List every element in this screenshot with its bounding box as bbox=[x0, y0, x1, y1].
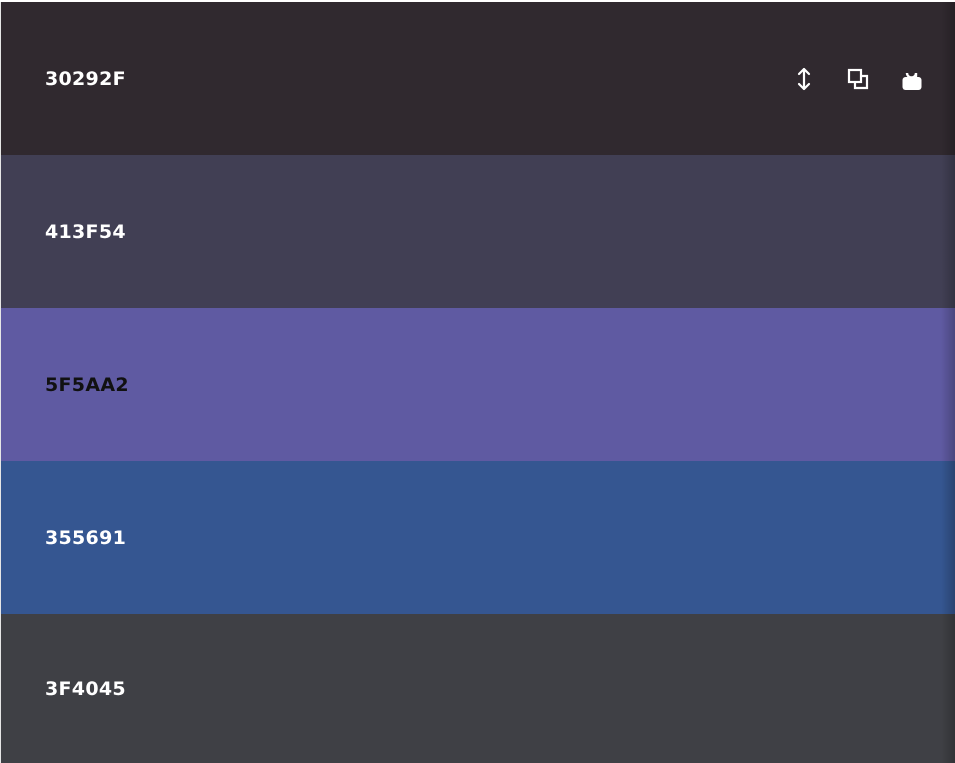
copy-icon[interactable] bbox=[845, 66, 871, 92]
drag-vertical-icon[interactable] bbox=[791, 66, 817, 92]
swatch-actions bbox=[791, 66, 925, 92]
color-swatch[interactable]: 413F54 bbox=[1, 155, 955, 308]
hex-code-label[interactable]: 3F4045 bbox=[45, 678, 126, 700]
color-swatch[interactable]: 5F5AA2 bbox=[1, 308, 955, 461]
color-swatch[interactable]: 3F4045 bbox=[1, 614, 955, 763]
color-palette: 30292F 413F54 5F5AA2 355691 3F4045 bbox=[0, 2, 955, 763]
hex-code-label[interactable]: 413F54 bbox=[45, 221, 126, 243]
hex-code-label[interactable]: 30292F bbox=[45, 68, 126, 90]
color-swatch[interactable]: 30292F bbox=[1, 2, 955, 155]
color-swatch[interactable]: 355691 bbox=[1, 461, 955, 614]
hex-code-label[interactable]: 5F5AA2 bbox=[45, 374, 129, 396]
hex-code-label[interactable]: 355691 bbox=[45, 527, 126, 549]
unlock-icon[interactable] bbox=[899, 66, 925, 92]
